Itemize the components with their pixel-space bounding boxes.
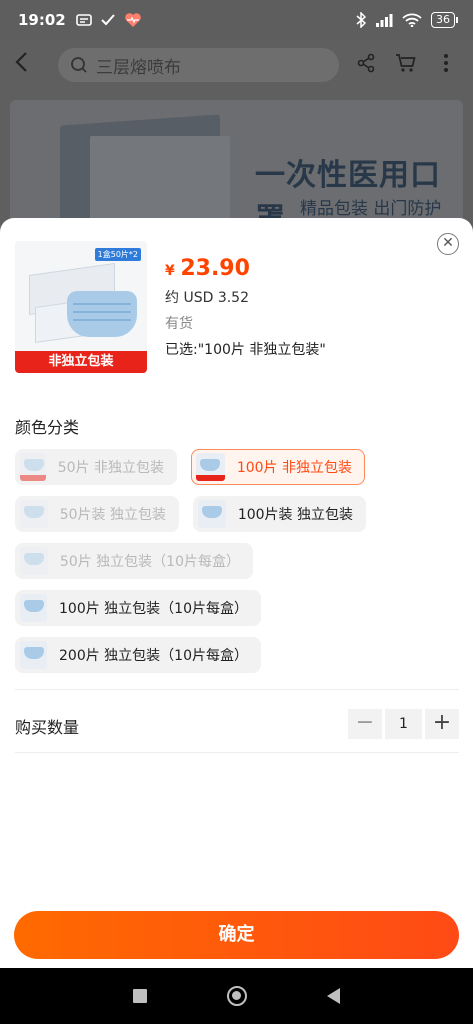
home-icon[interactable] — [227, 986, 247, 1006]
variant-thumbnail — [198, 500, 226, 528]
variant-label: 100片装 独立包装 — [237, 507, 353, 523]
wifi-icon — [402, 13, 422, 27]
system-nav-bar — [0, 968, 473, 1024]
product-page-background: 三层熔喷布 一次性医用口罩 精品包装 出门防护 — [0, 40, 473, 230]
share-icon[interactable] — [353, 53, 379, 78]
health-heart-icon — [124, 13, 141, 27]
search-icon — [71, 57, 87, 73]
divider — [15, 689, 459, 690]
top-nav: 三层熔喷布 — [0, 40, 473, 90]
currency-symbol: ¥ — [165, 263, 175, 279]
recent-apps-icon[interactable] — [133, 989, 147, 1003]
variant-option[interactable]: 200片 独立包装（10片每盒） — [15, 637, 261, 673]
search-bar[interactable]: 三层熔喷布 — [58, 48, 339, 82]
back-arrow-icon[interactable] — [14, 51, 44, 79]
product-banner: 一次性医用口罩 精品包装 出门防护 — [10, 100, 463, 230]
variant-label: 50片 非独立包装 — [57, 460, 164, 476]
product-info: ¥ 23.90 约 USD 3.52 有货 已选:"100片 非独立包装" — [165, 256, 326, 359]
variant-option-selected[interactable]: 100片 非独立包装 — [191, 449, 365, 485]
product-thumbnail[interactable]: 1盒50片*2 非独立包装 — [15, 241, 147, 373]
thumbnail-label: 非独立包装 — [15, 351, 147, 373]
stock-status: 有货 — [165, 316, 193, 332]
variant-option[interactable]: 50片装 独立包装 — [15, 496, 179, 532]
quantity-label: 购买数量 — [15, 718, 80, 737]
variant-options: 50片 非独立包装 100片 非独立包装 50片装 独立包装 100片装 独立包… — [15, 449, 465, 684]
sku-selection-sheet: ✕ 1盒50片*2 非独立包装 ¥ 23.90 约 USD 3.52 有货 已选… — [0, 218, 473, 968]
banner-subtitle: 精品包装 出门防护 — [300, 199, 442, 219]
more-options-icon[interactable] — [433, 53, 459, 78]
mask-image — [67, 291, 137, 337]
bluetooth-icon — [356, 12, 366, 28]
search-placeholder: 三层熔喷布 — [96, 57, 181, 78]
status-time: 19:02 — [18, 11, 66, 29]
variant-option[interactable]: 100片 独立包装（10片每盒） — [15, 590, 261, 626]
variant-thumbnail — [20, 594, 47, 622]
confirm-button[interactable]: 确定 — [14, 911, 459, 959]
quantity-stepper: − 1 + — [348, 709, 459, 739]
price-value: 23.90 — [180, 256, 250, 281]
cart-icon[interactable] — [393, 53, 419, 78]
variant-label: 50片 独立包装（10片每盒） — [59, 554, 240, 570]
variant-option[interactable]: 50片 非独立包装 — [15, 449, 177, 485]
variant-label: 100片 非独立包装 — [236, 460, 352, 476]
thumbnail-badge: 1盒50片*2 — [94, 248, 141, 261]
close-icon[interactable]: ✕ — [437, 233, 459, 255]
variant-thumbnail — [20, 500, 48, 528]
variant-section-title: 颜色分类 — [15, 418, 80, 437]
variant-thumbnail — [196, 453, 225, 481]
signal-icon — [376, 14, 393, 27]
notification-icon — [75, 14, 92, 26]
variant-option[interactable]: 50片 独立包装（10片每盒） — [15, 543, 253, 579]
status-bar: 19:02 36 — [0, 0, 473, 40]
quantity-increase-button[interactable]: + — [425, 709, 459, 739]
price: ¥ 23.90 — [165, 256, 326, 281]
variant-thumbnail — [20, 547, 48, 575]
variant-label: 50片装 独立包装 — [59, 507, 166, 523]
divider — [15, 752, 459, 753]
variant-option[interactable]: 100片装 独立包装 — [193, 496, 366, 532]
usd-price: 约 USD 3.52 — [165, 290, 249, 306]
variant-label: 200片 独立包装（10片每盒） — [59, 648, 248, 664]
variant-thumbnail — [20, 641, 47, 669]
variant-label: 100片 独立包装（10片每盒） — [59, 601, 248, 617]
selected-variant-text: 已选:"100片 非独立包装" — [165, 342, 326, 358]
back-icon[interactable] — [327, 988, 340, 1004]
variant-thumbnail — [20, 453, 46, 481]
quantity-decrease-button[interactable]: − — [348, 709, 382, 739]
check-icon — [101, 14, 115, 26]
battery-indicator: 36 — [431, 12, 458, 28]
quantity-input[interactable]: 1 — [385, 709, 422, 739]
